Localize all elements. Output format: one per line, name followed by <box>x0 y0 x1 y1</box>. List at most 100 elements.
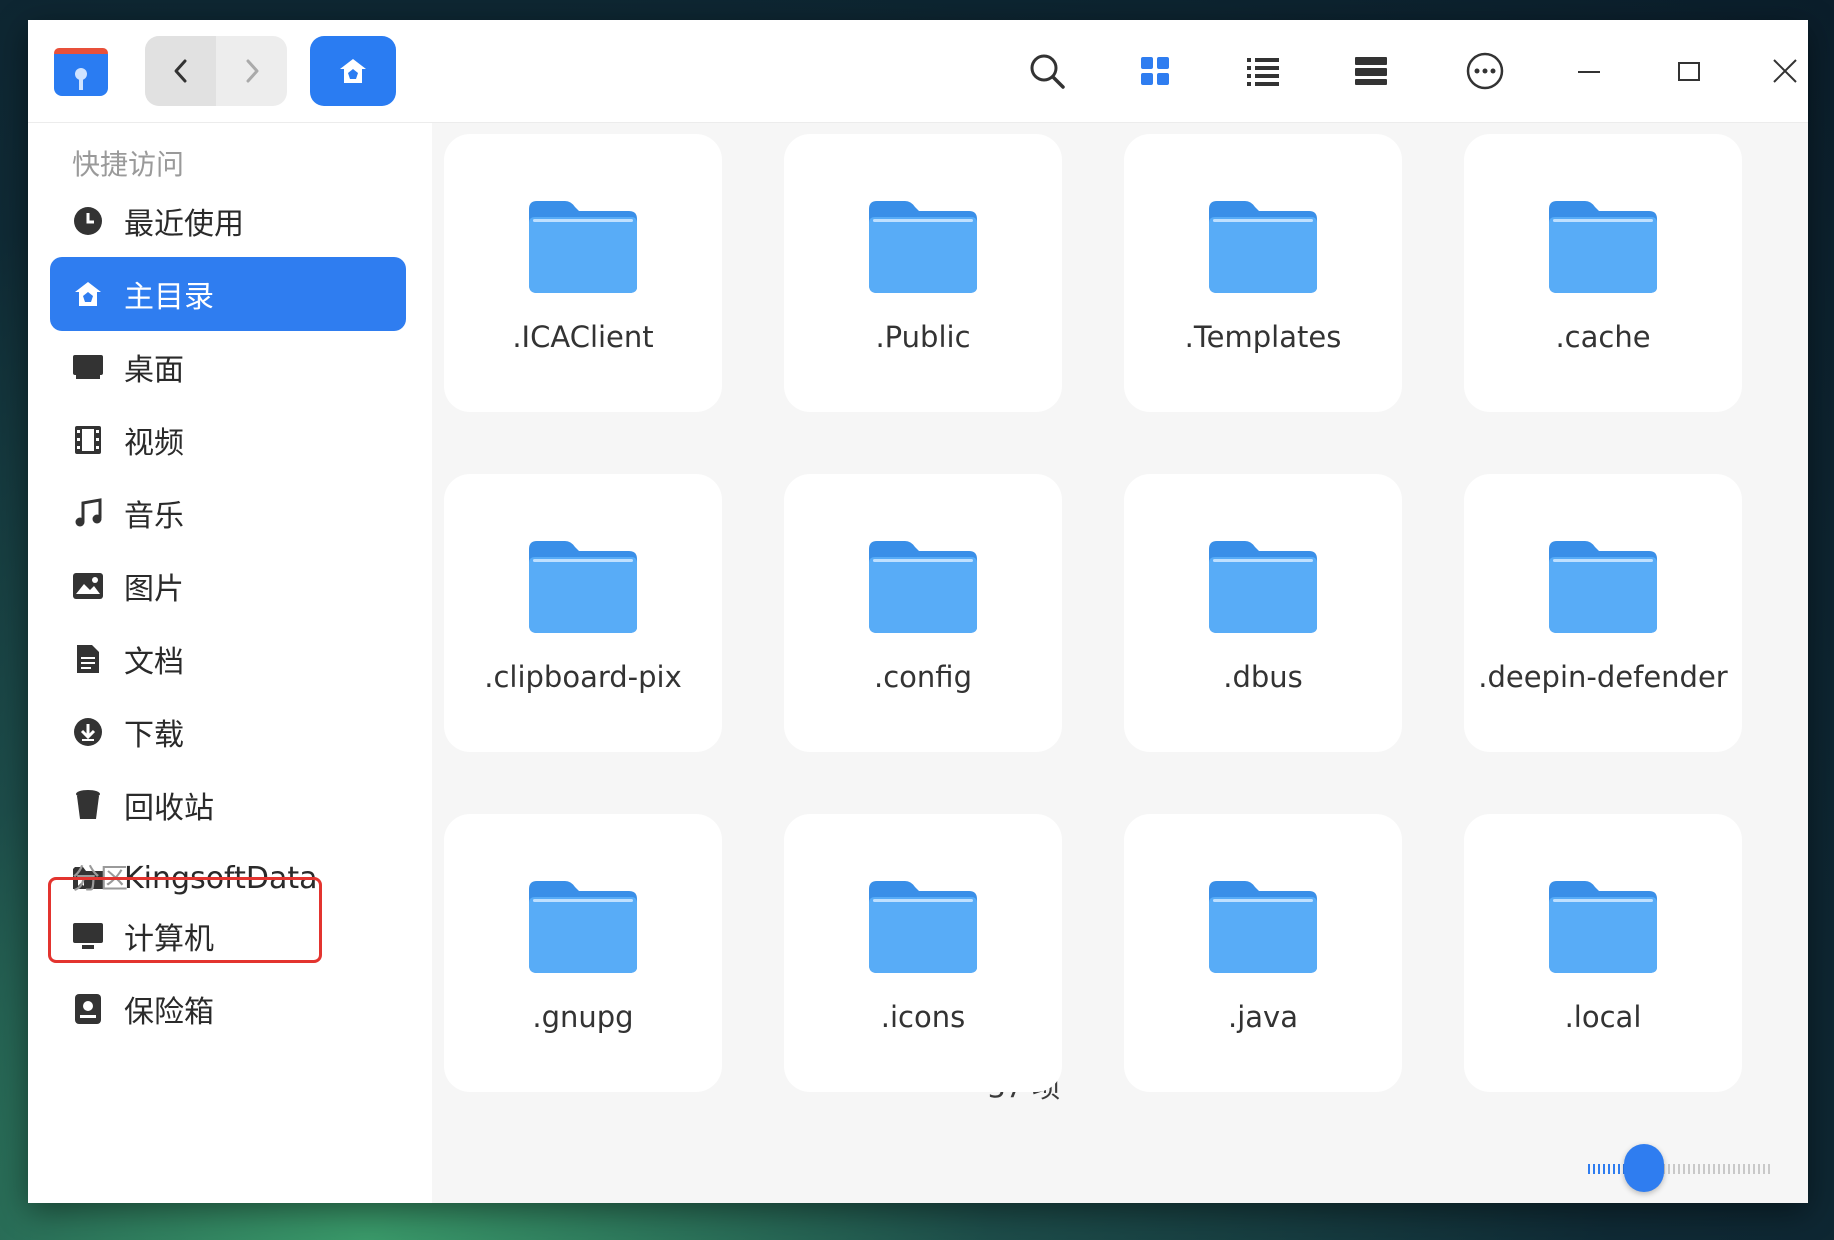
folder-icon <box>1549 541 1657 633</box>
video-icon <box>70 422 106 458</box>
sidebar-item-home[interactable]: 主目录 <box>50 257 406 331</box>
sidebar-item-label: 音乐 <box>124 499 184 534</box>
sidebar-item-trash[interactable]: 回收站 <box>50 768 406 842</box>
file-name: .cache <box>1555 320 1651 354</box>
folder-icon <box>1549 201 1657 293</box>
folder-icon <box>869 541 977 633</box>
sidebar-item-label: 主目录 <box>124 280 214 315</box>
file-tile[interactable]: .deepin-defender <box>1464 474 1742 752</box>
file-name: .local <box>1564 1000 1642 1034</box>
file-name: .dbus <box>1223 660 1303 694</box>
file-tile[interactable]: .icons <box>784 814 1062 1092</box>
sidebar-item-label: 计算机 <box>124 922 214 957</box>
search-icon <box>1030 54 1065 89</box>
file-tile[interactable]: .local <box>1464 814 1742 1092</box>
partition-title: 分区 <box>72 862 129 895</box>
file-tile[interactable]: .clipboard-pix <box>444 474 722 752</box>
minimize-button[interactable] <box>1562 44 1616 98</box>
tree-view-icon <box>1355 57 1387 85</box>
file-name: .Templates <box>1184 320 1342 354</box>
file-tile[interactable]: .ICAClient <box>444 134 722 412</box>
file-name: .java <box>1228 1000 1298 1034</box>
folder-icon <box>529 881 637 973</box>
zoom-slider[interactable] <box>1588 1144 1770 1192</box>
titlebar <box>28 20 1808 123</box>
file-tile[interactable]: .cache <box>1464 134 1742 412</box>
sidebar-item-label: 文档 <box>124 645 184 680</box>
sidebar: 快捷访问 最近使用 主目录 桌面 视频 音乐 图片 文档 下载 回收站 King… <box>28 123 432 1203</box>
sidebar-item-label: 图片 <box>124 572 184 607</box>
forward-button[interactable] <box>216 36 287 106</box>
sidebar-item-label: 视频 <box>124 426 184 461</box>
folder-icon <box>529 541 637 633</box>
trash-icon <box>70 787 106 823</box>
sidebar-item-vault[interactable]: 保险箱 <box>50 972 406 1046</box>
minimize-icon <box>1578 71 1600 73</box>
sidebar-item-label: 桌面 <box>124 353 184 388</box>
list-view-icon <box>1247 58 1279 86</box>
search-button[interactable] <box>1020 44 1074 98</box>
vault-icon <box>70 991 106 1027</box>
document-icon <box>70 641 106 677</box>
zoom-slider-handle[interactable] <box>1623 1144 1664 1192</box>
file-tile[interactable]: .gnupg <box>444 814 722 1092</box>
file-tile[interactable]: .java <box>1124 814 1402 1092</box>
picture-icon <box>70 568 106 604</box>
folder-icon <box>1209 881 1317 973</box>
grid-view-icon <box>1141 57 1169 85</box>
file-name: .icons <box>880 1000 966 1034</box>
quick-access-title: 快捷访问 <box>72 148 185 181</box>
maximize-button[interactable] <box>1662 44 1716 98</box>
folder-icon <box>1549 881 1657 973</box>
sidebar-item-label: 回收站 <box>124 791 214 826</box>
app-logo-icon <box>52 42 110 100</box>
home-icon <box>70 276 106 312</box>
file-tile[interactable]: .Templates <box>1124 134 1402 412</box>
folder-icon <box>869 881 977 973</box>
file-name: .deepin-defender <box>1478 660 1728 694</box>
sidebar-item-video[interactable]: 视频 <box>50 403 406 477</box>
download-icon <box>70 714 106 750</box>
list-view-button[interactable] <box>1236 44 1290 98</box>
home-crumb-button[interactable] <box>310 36 396 106</box>
file-name: .config <box>874 660 972 694</box>
close-button[interactable] <box>1758 44 1808 98</box>
chevron-right-icon <box>246 59 258 83</box>
file-tile[interactable]: .dbus <box>1124 474 1402 752</box>
chevron-left-icon <box>174 59 186 83</box>
close-icon <box>1773 59 1797 83</box>
back-button[interactable] <box>145 36 216 106</box>
sidebar-item-desktop[interactable]: 桌面 <box>50 330 406 404</box>
sidebar-item-label: 下载 <box>124 718 184 753</box>
history-nav <box>145 36 287 106</box>
sidebar-item-downloads[interactable]: 下载 <box>50 695 406 769</box>
sidebar-item-label: 最近使用 <box>124 207 244 242</box>
sidebar-item-computer[interactable]: 计算机 <box>50 899 406 973</box>
file-name: .gnupg <box>532 1000 634 1034</box>
music-icon <box>70 495 106 531</box>
file-tile[interactable]: .config <box>784 474 1062 752</box>
icon-view-button[interactable] <box>1128 44 1182 98</box>
file-tile[interactable]: .Public <box>784 134 1062 412</box>
folder-icon <box>1209 541 1317 633</box>
computer-icon <box>70 918 106 954</box>
sidebar-item-music[interactable]: 音乐 <box>50 476 406 550</box>
more-icon <box>1466 52 1504 90</box>
maximize-icon <box>1678 62 1700 81</box>
file-name: .clipboard-pix <box>484 660 682 694</box>
desktop-icon <box>70 349 106 385</box>
home-icon <box>340 59 366 83</box>
file-manager-window: 快捷访问 最近使用 主目录 桌面 视频 音乐 图片 文档 下载 回收站 King… <box>28 20 1808 1203</box>
tree-view-button[interactable] <box>1344 44 1398 98</box>
folder-icon <box>529 201 637 293</box>
folder-icon <box>1209 201 1317 293</box>
file-name: .Public <box>875 320 971 354</box>
sidebar-item-recent[interactable]: 最近使用 <box>50 184 406 258</box>
clock-icon <box>70 203 106 239</box>
sidebar-item-pictures[interactable]: 图片 <box>50 549 406 623</box>
more-button[interactable] <box>1458 44 1512 98</box>
sidebar-item-documents[interactable]: 文档 <box>50 622 406 696</box>
sidebar-item-label: KingsoftData <box>124 860 318 896</box>
sidebar-item-label: 保险箱 <box>124 995 214 1030</box>
file-name: .ICAClient <box>512 320 654 354</box>
